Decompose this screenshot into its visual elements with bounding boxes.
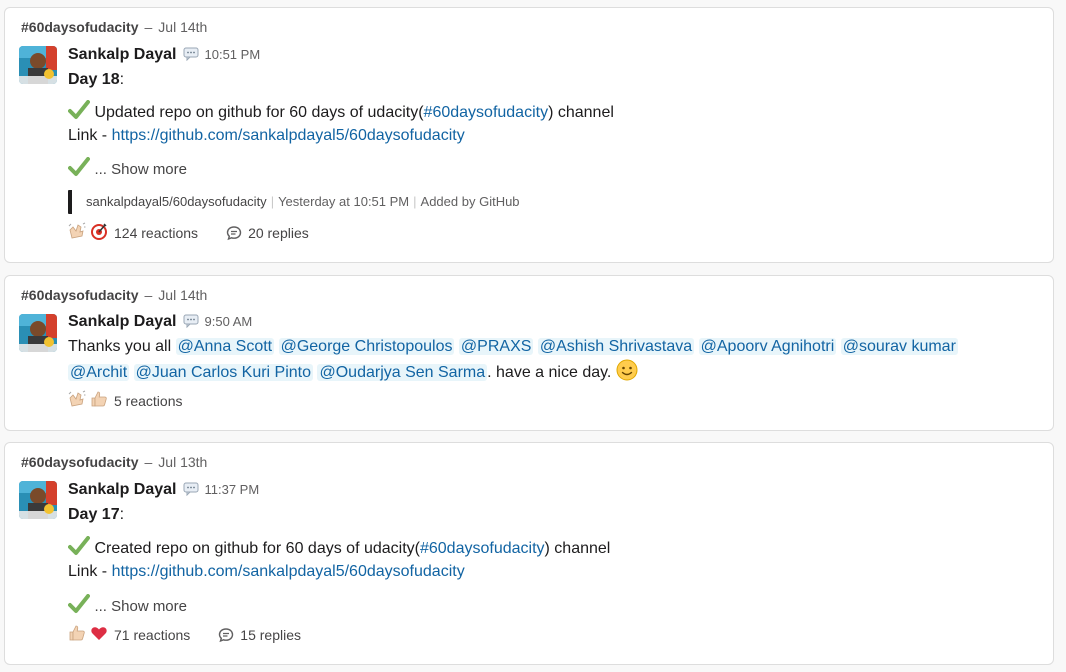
author-name[interactable]: Sankalp Dayal xyxy=(68,46,177,64)
unfurl-repo[interactable]: sankalpdayal5/60daysofudacity xyxy=(86,194,267,209)
user-mention[interactable]: @Juan Carlos Kuri Pinto xyxy=(133,364,314,381)
message-date: Jul 14th xyxy=(158,19,208,35)
divider: | xyxy=(270,194,275,209)
check-mark-icon xyxy=(68,157,90,185)
unfurl-added-by: Added by GitHub xyxy=(420,194,520,209)
message-line: Thanks you all @Anna Scott @George Chris… xyxy=(68,335,958,359)
message-text: Created repo on github for 60 days of ud… xyxy=(90,540,420,557)
message-text: ) channel xyxy=(548,104,614,121)
replies-icon xyxy=(226,225,242,240)
smiley-icon xyxy=(616,359,638,389)
channel-link[interactable]: #60daysofudacity xyxy=(420,540,545,557)
message-header: Sankalp Dayal 11:37 PM xyxy=(68,480,259,499)
channel-name[interactable]: #60daysofudacity xyxy=(21,287,139,303)
message-line: Link - https://github.com/sankalpdayal5/… xyxy=(68,124,465,148)
day-label: Day 17 xyxy=(68,506,120,523)
status-speech-icon xyxy=(183,314,199,333)
message-context: #60daysofudacity – Jul 14th xyxy=(21,287,207,303)
replies-link[interactable]: 15 replies xyxy=(218,627,301,643)
reactions-bar[interactable]: 71 reactions 15 replies xyxy=(68,624,301,645)
message-text: ) channel xyxy=(544,540,611,557)
user-mention[interactable]: @PRAXS xyxy=(458,338,534,355)
message-text: Thanks you all xyxy=(68,338,176,355)
thumbs-up-icon xyxy=(90,390,108,411)
clapping-hands-icon xyxy=(68,390,86,411)
channel-name[interactable]: #60daysofudacity xyxy=(21,19,139,35)
message-line: Day 17: xyxy=(68,503,124,527)
avatar[interactable] xyxy=(19,46,57,84)
message-line: ... Show more xyxy=(68,594,187,622)
unfurl-time: Yesterday at 10:51 PM xyxy=(278,194,410,209)
avatar[interactable] xyxy=(19,481,57,519)
message-header: Sankalp Dayal 9:50 AM xyxy=(68,312,252,331)
message-date: Jul 14th xyxy=(158,287,208,303)
timestamp[interactable]: 9:50 AM xyxy=(205,314,253,329)
reactions-count[interactable]: 124 reactions xyxy=(114,225,198,241)
status-speech-icon xyxy=(183,47,199,66)
replies-count[interactable]: 15 replies xyxy=(240,627,301,643)
github-link[interactable]: https://github.com/sankalpdayal5/60dayso… xyxy=(112,127,465,144)
timestamp[interactable]: 11:37 PM xyxy=(205,482,260,497)
user-mention[interactable]: @Ashish Shrivastava xyxy=(537,338,695,355)
day-label: Day 18 xyxy=(68,71,120,88)
message-card[interactable]: #60daysofudacity – Jul 13th Sankalp Dayal … xyxy=(4,442,1054,665)
github-link[interactable]: https://github.com/sankalpdayal5/60dayso… xyxy=(112,563,465,580)
link-prefix: Link - xyxy=(68,127,112,144)
day-suffix: : xyxy=(119,506,125,523)
message-line: @Archit @Juan Carlos Kuri Pinto @Oudarjy… xyxy=(68,359,638,389)
avatar[interactable] xyxy=(19,314,57,352)
reactions-count[interactable]: 71 reactions xyxy=(114,627,190,643)
clapping-hands-icon xyxy=(68,222,86,243)
message-line: Link - https://github.com/sankalpdayal5/… xyxy=(68,560,465,584)
message-date: Jul 13th xyxy=(158,454,208,470)
author-name[interactable]: Sankalp Dayal xyxy=(68,313,177,331)
message-text: . have a nice day. xyxy=(487,364,616,381)
message-line: Day 18: xyxy=(68,68,124,92)
user-mention[interactable]: @Archit xyxy=(68,364,130,381)
attachment-unfurl[interactable]: sankalpdayal5/60daysofudacity | Yesterday … xyxy=(68,190,520,214)
separator: – xyxy=(144,454,153,470)
user-mention[interactable]: @sourav kumar xyxy=(840,338,958,355)
message-text: Updated repo on github for 60 days of ud… xyxy=(90,104,424,121)
link-prefix: Link - xyxy=(68,563,112,580)
author-name[interactable]: Sankalp Dayal xyxy=(68,481,177,499)
message-context: #60daysofudacity – Jul 13th xyxy=(21,454,207,470)
message-card[interactable]: #60daysofudacity – Jul 14th Sankalp Dayal … xyxy=(4,7,1054,263)
replies-icon xyxy=(219,627,234,642)
reactions-bar[interactable]: 5 reactions xyxy=(68,390,182,411)
timestamp[interactable]: 10:51 PM xyxy=(205,47,261,62)
check-mark-icon xyxy=(68,594,90,622)
message-card[interactable]: #60daysofudacity – Jul 14th Sankalp Dayal … xyxy=(4,275,1054,431)
separator: – xyxy=(144,287,153,303)
show-more-button[interactable]: ... Show more xyxy=(94,161,187,178)
user-mention[interactable]: @Anna Scott xyxy=(175,338,275,355)
replies-count[interactable]: 20 replies xyxy=(248,225,309,241)
target-icon xyxy=(90,222,108,243)
user-mention[interactable]: @Apoorv Agnihotri xyxy=(698,338,837,355)
reactions-bar[interactable]: 124 reactions 20 replies xyxy=(68,222,309,243)
red-heart-icon xyxy=(90,624,108,645)
message-header: Sankalp Dayal 10:51 PM xyxy=(68,45,260,64)
thumbs-up-icon xyxy=(68,624,86,645)
status-speech-icon xyxy=(183,482,199,501)
user-mention[interactable]: @Oudarjya Sen Sarma xyxy=(317,364,488,381)
message-context: #60daysofudacity – Jul 14th xyxy=(21,19,207,35)
reactions-count[interactable]: 5 reactions xyxy=(114,393,182,409)
separator: – xyxy=(144,19,153,35)
day-suffix: : xyxy=(119,71,125,88)
show-more-button[interactable]: ... Show more xyxy=(94,598,187,615)
replies-link[interactable]: 20 replies xyxy=(226,225,309,241)
message-line: ... Show more xyxy=(68,157,187,185)
user-mention[interactable]: @George Christopoulos xyxy=(278,338,455,355)
channel-link[interactable]: #60daysofudacity xyxy=(424,104,549,121)
channel-name[interactable]: #60daysofudacity xyxy=(21,454,139,470)
divider: | xyxy=(413,194,417,209)
